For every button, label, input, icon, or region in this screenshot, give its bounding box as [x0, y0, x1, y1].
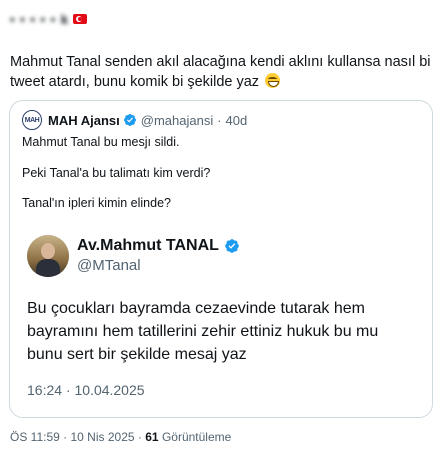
tweet-footer: ÖS 11:59 · 10 Nis 2025 · 61 Görüntüleme: [10, 430, 231, 444]
tweet-text-body: Mahmut Tanal senden akıl alacağına kendi…: [10, 54, 431, 90]
avatar[interactable]: MAH: [22, 110, 42, 130]
separator-dot: ·: [217, 112, 222, 128]
views-count: 61: [145, 430, 159, 444]
embedded-tweet-text: Bu çocukları bayramda cezaevinde tutarak…: [27, 300, 379, 363]
verified-badge-icon: [225, 239, 239, 253]
quoted-line-2: Peki Tanal'a bu talimatı kim verdi?: [22, 166, 211, 180]
embedded-author-name[interactable]: Av.Mahmut TANAL: [77, 237, 219, 255]
quoted-tweet-card[interactable]: MAH MAH Ajansı @mahajansi · 40d Mahmut T…: [9, 100, 433, 418]
quoted-tweet-time[interactable]: 40d: [226, 113, 248, 128]
tweet-header: • • • • • k: [10, 8, 88, 30]
tweet-time[interactable]: ÖS 11:59: [10, 430, 60, 444]
quoted-author-handle[interactable]: @mahajansi: [141, 113, 213, 128]
embedded-tweet-date: 16:24 · 10.04.2025: [27, 382, 145, 398]
verified-badge-icon: [123, 114, 136, 126]
separator-dot: ·: [63, 430, 71, 444]
views-label: Görüntüleme: [161, 430, 232, 444]
author-name[interactable]: • • • • • k: [10, 12, 69, 27]
embedded-author-avatar[interactable]: [27, 235, 69, 277]
quoted-tweet-header: MAH MAH Ajansı @mahajansi · 40d: [22, 110, 248, 130]
quoted-line-3: Tanal'ın ipleri kimin elinde?: [22, 196, 171, 210]
quoted-line-1: Mahmut Tanal bu mesjı sildi.: [22, 135, 180, 149]
embedded-author-handle[interactable]: @MTanal: [77, 257, 141, 274]
quoted-author-name[interactable]: MAH Ajansı: [48, 113, 120, 128]
tweet-date[interactable]: 10 Nis 2025: [71, 430, 135, 444]
embedded-author-name-row: Av.Mahmut TANAL: [77, 237, 240, 255]
tweet-text: Mahmut Tanal senden akıl alacağına kendi…: [10, 52, 434, 92]
turkey-flag-icon: [73, 14, 88, 24]
grinning-face-icon: [265, 73, 281, 88]
